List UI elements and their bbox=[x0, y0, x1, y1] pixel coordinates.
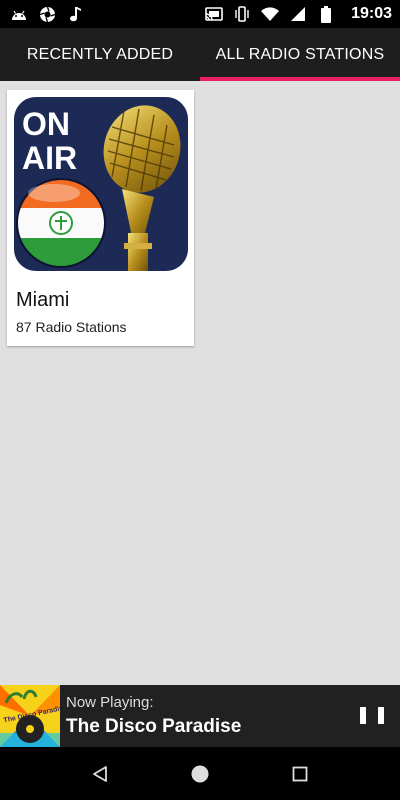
aperture-icon bbox=[38, 5, 56, 23]
vibrate-icon bbox=[233, 5, 251, 23]
tab-all-radio-stations[interactable]: ALL RADIO STATIONS bbox=[200, 28, 400, 81]
now-playing-title: The Disco Paradise bbox=[66, 716, 242, 737]
on-air-microphone-art: ON AIR bbox=[16, 105, 181, 271]
home-button[interactable] bbox=[180, 754, 220, 794]
now-playing-label: Now Playing: bbox=[66, 694, 154, 711]
back-triangle-icon bbox=[93, 765, 107, 782]
pause-icon bbox=[360, 707, 366, 724]
wifi-icon bbox=[261, 5, 280, 23]
now-playing-thumbnail: The Disco Paradise bbox=[0, 685, 60, 747]
station-card-miami[interactable]: ON AIR Miami 87 Radio Stations bbox=[7, 90, 194, 346]
now-playing-bar[interactable]: The Disco Paradise Now Playing: The Disc… bbox=[0, 685, 400, 747]
air-text: AIR bbox=[22, 140, 77, 176]
status-time: 19:03 bbox=[351, 5, 392, 22]
tab-recently-added[interactable]: RECENTLY ADDED bbox=[0, 28, 200, 81]
home-circle-icon bbox=[191, 765, 209, 782]
station-artwork: ON AIR bbox=[14, 97, 188, 271]
tab-bar: RECENTLY ADDED ALL RADIO STATIONS bbox=[0, 28, 400, 81]
pause-icon bbox=[378, 707, 384, 724]
pause-button[interactable] bbox=[360, 703, 384, 729]
status-bar: 19:03 bbox=[0, 0, 400, 28]
music-note-icon bbox=[66, 5, 84, 23]
android-icon bbox=[10, 5, 28, 23]
station-grid: ON AIR Miami 87 Radio Stations bbox=[0, 81, 400, 681]
cast-icon bbox=[205, 5, 223, 23]
on-text: ON bbox=[22, 106, 70, 142]
battery-icon bbox=[317, 5, 335, 23]
station-count: 87 Radio Stations bbox=[16, 319, 127, 335]
signal-icon bbox=[289, 5, 307, 23]
status-left bbox=[10, 5, 84, 23]
back-button[interactable] bbox=[80, 754, 120, 794]
recents-button[interactable] bbox=[280, 754, 320, 794]
station-title: Miami bbox=[16, 289, 70, 311]
system-nav-bar bbox=[0, 747, 400, 800]
status-right: 19:03 bbox=[205, 5, 392, 23]
recents-square-icon bbox=[292, 766, 308, 781]
